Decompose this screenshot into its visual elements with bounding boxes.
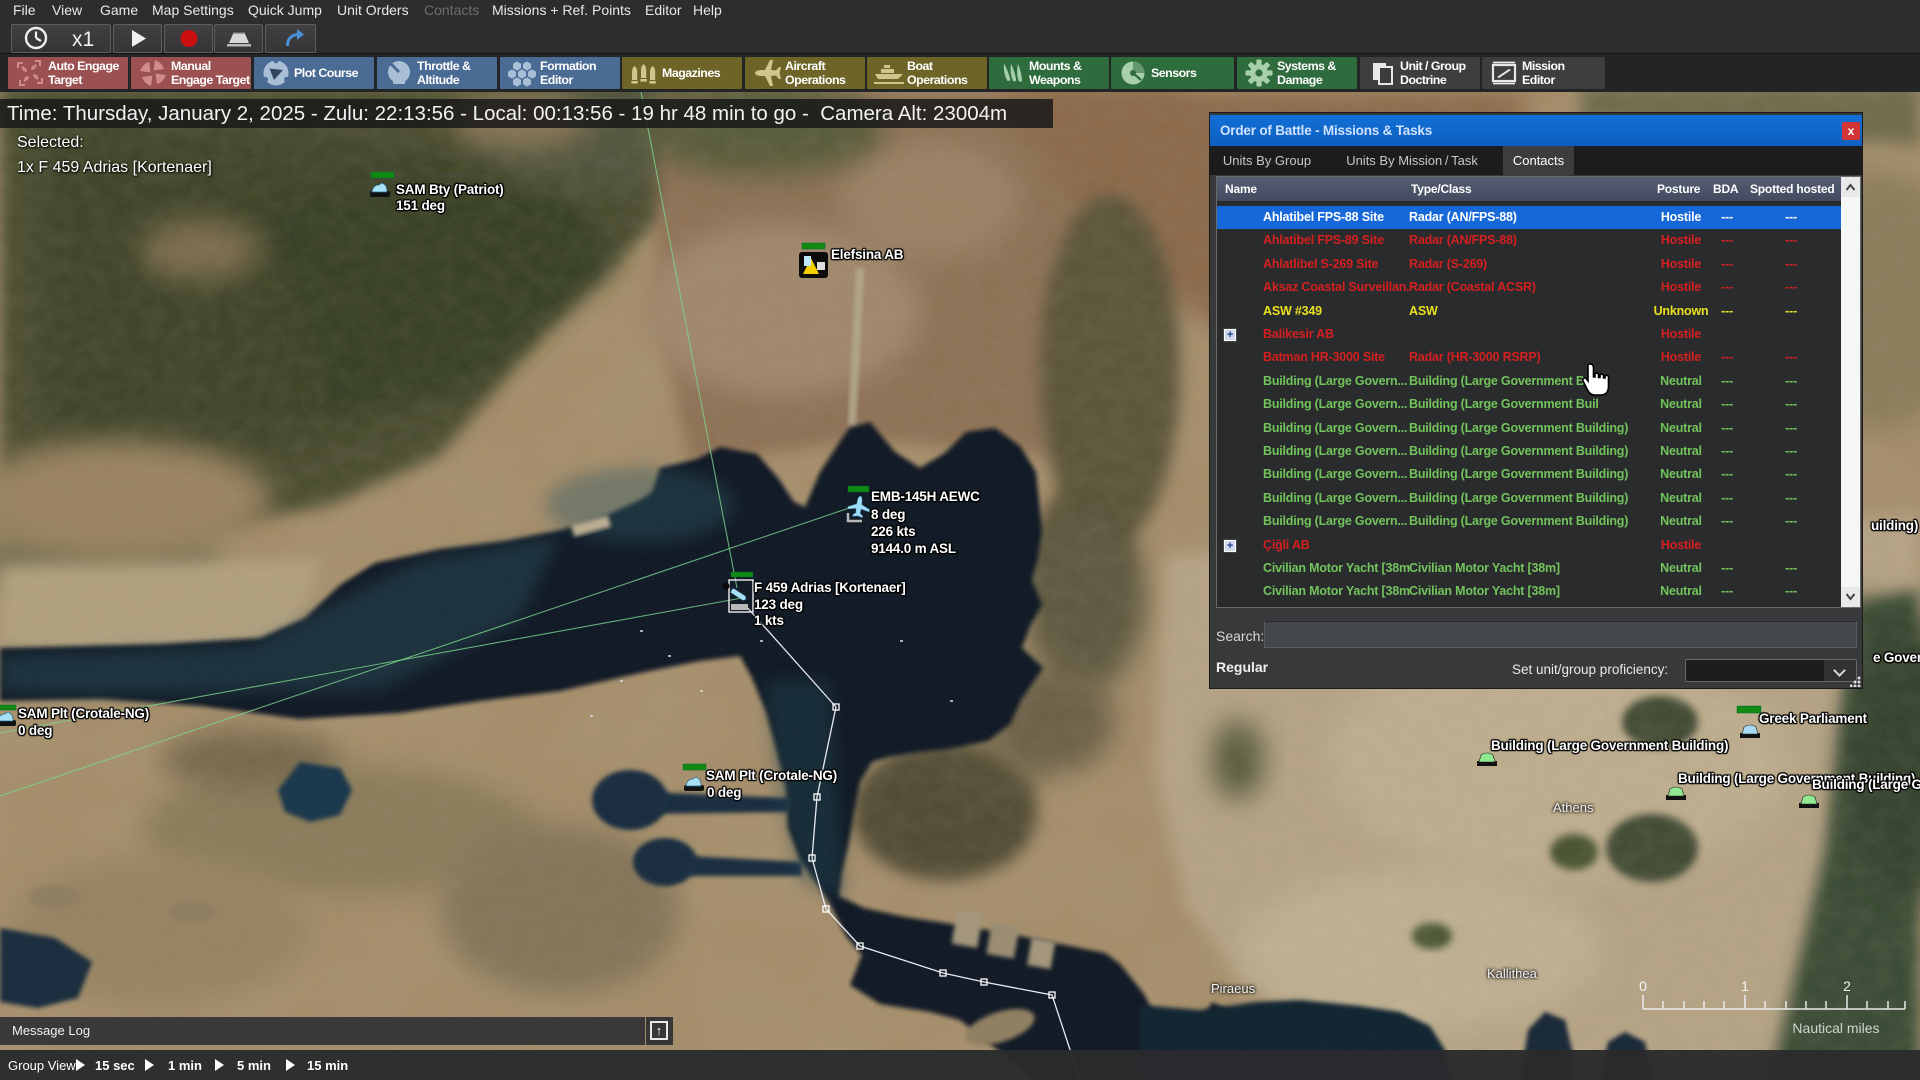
svg-text:1: 1 bbox=[1741, 978, 1749, 994]
svg-text:x1: x1 bbox=[72, 28, 94, 51]
svg-text:Nautical miles: Nautical miles bbox=[1792, 1020, 1879, 1036]
svg-text:2: 2 bbox=[1843, 978, 1851, 994]
svg-text:0: 0 bbox=[1639, 978, 1647, 994]
